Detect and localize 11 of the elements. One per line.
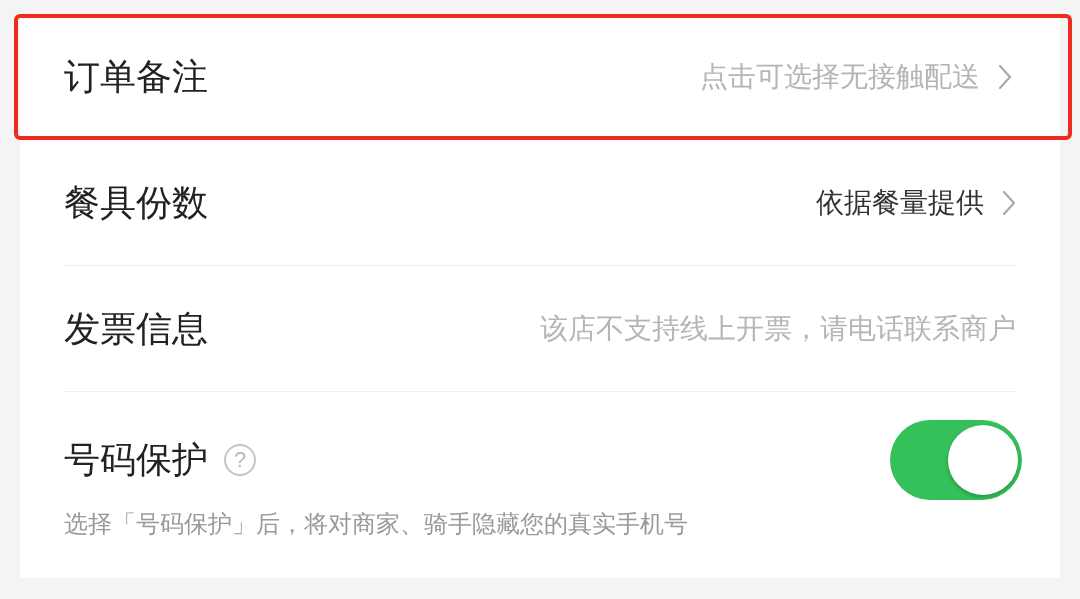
row-value[interactable]: 依据餐量提供: [816, 181, 984, 224]
row-label: 发票信息: [64, 306, 208, 351]
row-label: 订单备注: [64, 55, 208, 99]
chevron-right-icon: [1002, 189, 1016, 216]
help-icon[interactable]: ?: [224, 444, 256, 476]
chevron-right-icon: [998, 64, 1012, 90]
row-label: 餐具份数: [64, 180, 208, 225]
row-value[interactable]: 点击可选择无接触配送: [700, 56, 980, 98]
row-value: 该店不支持线上开票，请电话联系商户: [540, 311, 1016, 346]
hint-text: 选择「号码保护」后，将对商家、骑手隐藏您的真实手机号: [64, 509, 689, 539]
row-label: 号码保护: [64, 438, 208, 482]
